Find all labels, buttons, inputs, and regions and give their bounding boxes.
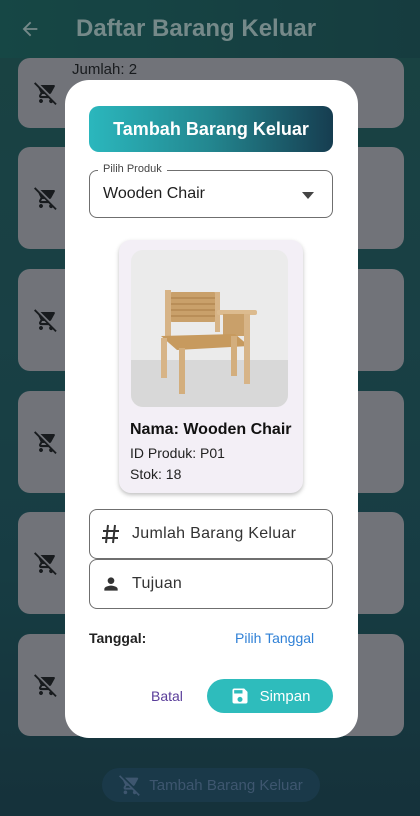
dropdown-arrow-icon	[302, 192, 314, 199]
destination-placeholder: Tujuan	[132, 575, 183, 592]
pick-date-button[interactable]: Pilih Tanggal	[235, 630, 314, 646]
product-select-value: Wooden Chair	[103, 185, 205, 202]
product-name: Nama: Wooden Chair	[130, 421, 292, 438]
product-card: Nama: Wooden Chair ID Produk: P01 Stok: …	[119, 240, 303, 493]
destination-field[interactable]: Tujuan	[89, 559, 333, 609]
add-outgoing-dialog: Tambah Barang Keluar Pilih Produk Wooden…	[65, 80, 358, 738]
quantity-field[interactable]: Jumlah Barang Keluar	[89, 509, 333, 559]
save-button-label: Simpan	[259, 687, 311, 705]
product-stock: Stok: 18	[130, 466, 182, 482]
product-select-label: Pilih Produk	[98, 163, 167, 175]
cancel-button[interactable]: Batal	[151, 688, 183, 704]
save-button[interactable]: Simpan	[207, 679, 333, 713]
save-icon	[232, 688, 248, 704]
hash-icon	[102, 524, 119, 544]
product-image	[131, 250, 288, 407]
wooden-chair-image	[131, 250, 288, 407]
date-label: Tanggal:	[89, 630, 147, 646]
product-select[interactable]: Pilih Produk Wooden Chair	[89, 163, 333, 218]
dialog-title: Tambah Barang Keluar	[89, 106, 333, 152]
quantity-placeholder: Jumlah Barang Keluar	[132, 525, 297, 542]
product-id: ID Produk: P01	[130, 445, 225, 461]
person-icon	[104, 577, 118, 591]
